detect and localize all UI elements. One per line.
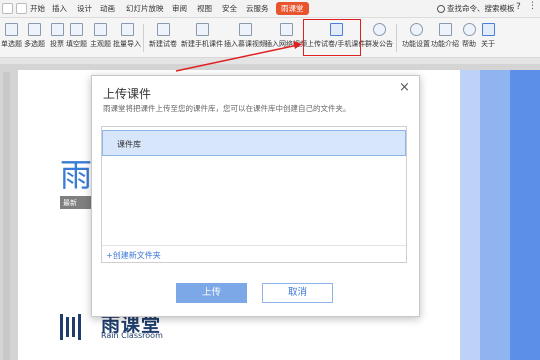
menu-design[interactable]: 设计 xyxy=(77,3,92,14)
gear-icon xyxy=(409,23,423,36)
insert-web-video-button[interactable]: 插入网络视频 xyxy=(265,23,307,49)
feature-intro-button[interactable]: 功能介绍 xyxy=(431,23,459,49)
new-mobile-courseware-label: 新建手机课件 xyxy=(181,40,223,48)
fill-blank-button[interactable]: 填空题 xyxy=(66,23,87,49)
menu-review[interactable]: 审阅 xyxy=(172,3,187,14)
folder-item-label: 课件库 xyxy=(117,140,141,149)
menu-home[interactable]: 开始 xyxy=(30,3,45,14)
vote-button[interactable]: 投票 xyxy=(50,23,64,49)
menu-security[interactable]: 安全 xyxy=(222,3,237,14)
slide-stripe xyxy=(460,70,480,360)
menu-view[interactable]: 视图 xyxy=(197,3,212,14)
rain-classroom-logo-icon xyxy=(60,314,82,340)
broadcast-notice-label: 群发公告 xyxy=(365,40,393,48)
help-icon[interactable]: ? xyxy=(516,2,521,12)
close-icon[interactable]: × xyxy=(399,80,410,95)
batch-import-button[interactable]: 批量导入 xyxy=(113,23,141,49)
logo-subtitle: Rain Classroom xyxy=(101,331,163,340)
slide-thumbnail-scrollbar[interactable] xyxy=(3,72,10,360)
new-exam-icon xyxy=(156,23,170,36)
create-folder-link[interactable]: +创建新文件夹 xyxy=(106,250,161,261)
toolbar-divider xyxy=(396,24,397,52)
toolbar-divider xyxy=(143,24,144,52)
new-exam-label: 新建试卷 xyxy=(149,40,177,48)
dialog-description: 雨课堂将把课件上传至您的课件库，您可以在课件库中创建自己的文件夹。 xyxy=(103,104,351,113)
folder-item-courseware-library[interactable]: 课件库 xyxy=(102,130,406,156)
folder-divider xyxy=(102,245,406,246)
menu-bar: 开始 插入 设计 动画 幻灯片放映 审阅 视图 安全 云服务 雨课堂 查找命令、… xyxy=(0,0,540,18)
help-button[interactable]: 帮助 xyxy=(462,23,476,49)
info-icon xyxy=(481,23,495,36)
quick-access-icons xyxy=(2,3,27,14)
fill-blank-icon xyxy=(70,23,83,36)
insert-mooc-video-label: 插入慕课视频 xyxy=(224,40,266,48)
command-search[interactable]: 查找命令、搜索模板 xyxy=(437,3,515,14)
more-icon[interactable]: ⋮ xyxy=(528,1,537,11)
menu-insert[interactable]: 插入 xyxy=(52,3,67,14)
mooc-video-icon xyxy=(238,23,252,36)
menu-slideshow[interactable]: 幻灯片放映 xyxy=(126,3,164,14)
dialog-title: 上传课件 xyxy=(103,87,152,101)
vote-label: 投票 xyxy=(50,40,64,48)
insert-mooc-video-button[interactable]: 插入慕课视频 xyxy=(224,23,266,49)
menu-cloud[interactable]: 云服务 xyxy=(246,3,269,14)
vote-icon xyxy=(50,23,64,36)
slide-stripe xyxy=(480,70,510,360)
highlight-annotation xyxy=(303,19,361,56)
command-search-label: 查找命令、搜索模板 xyxy=(447,4,515,13)
single-choice-label: 单选题 xyxy=(1,40,22,48)
batch-import-icon xyxy=(120,23,134,36)
subjective-label: 主观题 xyxy=(90,40,111,48)
menu-animation[interactable]: 动画 xyxy=(100,3,115,14)
new-mobile-courseware-icon xyxy=(195,23,209,36)
subjective-button[interactable]: 主观题 xyxy=(90,23,111,49)
subjective-icon xyxy=(94,23,107,36)
upload-courseware-dialog: 上传课件 × 雨课堂将把课件上传至您的课件库，您可以在课件库中创建自己的文件夹。… xyxy=(91,75,420,317)
save-icon[interactable] xyxy=(2,3,13,14)
help-label: 帮助 xyxy=(462,40,476,48)
insert-web-video-label: 插入网络视频 xyxy=(265,40,307,48)
ruler xyxy=(0,58,540,64)
single-choice-button[interactable]: 单选题 xyxy=(1,23,22,49)
upload-button[interactable]: 上传 xyxy=(176,283,247,303)
feature-intro-label: 功能介绍 xyxy=(431,40,459,48)
multi-choice-button[interactable]: 多选题 xyxy=(24,23,45,49)
fill-blank-label: 填空题 xyxy=(66,40,87,48)
feature-settings-label: 功能设置 xyxy=(402,40,430,48)
folder-list: 课件库 +创建新文件夹 xyxy=(101,126,407,263)
menu-rain-classroom[interactable]: 雨课堂 xyxy=(276,2,309,15)
about-button[interactable]: 关于 xyxy=(481,23,495,49)
single-choice-icon xyxy=(5,23,18,36)
cancel-button[interactable]: 取消 xyxy=(262,283,333,303)
globe-icon xyxy=(372,23,386,36)
feature-settings-button[interactable]: 功能设置 xyxy=(402,23,430,49)
new-exam-button[interactable]: 新建试卷 xyxy=(149,23,177,49)
slide-stripe xyxy=(510,70,540,360)
search-icon xyxy=(437,4,445,13)
new-mobile-courseware-button[interactable]: 新建手机课件 xyxy=(181,23,223,49)
about-label: 关于 xyxy=(481,40,495,48)
batch-import-label: 批量导入 xyxy=(113,40,141,48)
multi-choice-label: 多选题 xyxy=(24,40,45,48)
multi-choice-icon xyxy=(28,23,41,36)
intro-icon xyxy=(438,23,452,36)
web-video-icon xyxy=(279,23,293,36)
ribbon-toolbar: 单选题 多选题 投票 填空题 主观题 批量导入 新建试卷 新建手机课件 插入慕课… xyxy=(0,18,540,58)
broadcast-notice-button[interactable]: 群发公告 xyxy=(365,23,393,49)
question-icon xyxy=(462,23,476,36)
undo-icon[interactable] xyxy=(16,3,27,14)
